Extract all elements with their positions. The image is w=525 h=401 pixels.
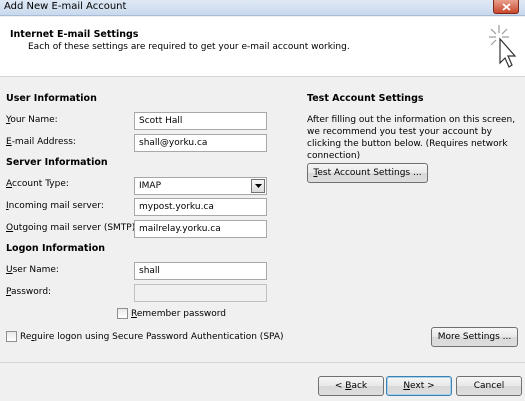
window-title: Add New E-mail Account <box>4 1 127 12</box>
outgoing-server-label: Outgoing mail server (SMTP): <box>6 223 139 233</box>
chevron-down-icon <box>255 184 262 188</box>
close-icon <box>502 3 511 11</box>
server-info-heading: Server Information <box>6 157 108 168</box>
spa-label[interactable]: Require logon using Secure Password Auth… <box>20 332 284 342</box>
your-name-input[interactable]: Scott Hall <box>134 112 267 130</box>
back-button[interactable]: < Back <box>318 376 384 396</box>
next-button[interactable]: Next > <box>386 376 452 396</box>
email-label: E-mail Address: <box>6 137 76 147</box>
account-type-select[interactable]: IMAP <box>134 177 267 195</box>
dialog-header: Internet E-mail Settings Each of these s… <box>0 17 525 77</box>
account-type-value: IMAP <box>139 181 162 191</box>
user-name-label: User Name: <box>6 265 59 275</box>
more-settings-button[interactable]: More Settings ... <box>431 327 518 347</box>
incoming-server-input[interactable]: mypost.yorku.ca <box>134 198 267 216</box>
header-subtitle: Each of these settings are required to g… <box>28 42 350 52</box>
outgoing-server-input[interactable]: mailrelay.yorku.ca <box>134 220 267 238</box>
remember-password-label[interactable]: Remember password <box>131 309 226 319</box>
title-bar: Add New E-mail Account <box>0 0 525 16</box>
logon-info-heading: Logon Information <box>6 243 106 254</box>
incoming-server-label: Incoming mail server: <box>6 201 104 211</box>
test-settings-description: After filling out the information on thi… <box>307 115 516 161</box>
header-title: Internet E-mail Settings <box>10 29 139 40</box>
spa-checkbox[interactable] <box>6 331 17 342</box>
user-info-heading: User Information <box>6 93 97 104</box>
footer-divider <box>0 362 525 363</box>
password-label: Password: <box>6 287 52 297</box>
your-name-label: Your Name: <box>6 115 58 125</box>
test-account-settings-button[interactable]: Test Account Settings ... <box>307 163 428 183</box>
password-input[interactable] <box>134 284 267 302</box>
remember-password-checkbox[interactable] <box>117 308 128 319</box>
user-name-input[interactable]: shall <box>134 262 267 280</box>
close-button[interactable] <box>493 0 519 14</box>
account-type-label: Account Type: <box>6 179 69 189</box>
cancel-button[interactable]: Cancel <box>456 376 522 396</box>
email-input[interactable]: shall@yorku.ca <box>134 134 267 152</box>
dropdown-arrow-button[interactable] <box>251 179 265 193</box>
wizard-sparkle-icon <box>489 25 517 68</box>
test-settings-heading: Test Account Settings <box>307 93 424 104</box>
